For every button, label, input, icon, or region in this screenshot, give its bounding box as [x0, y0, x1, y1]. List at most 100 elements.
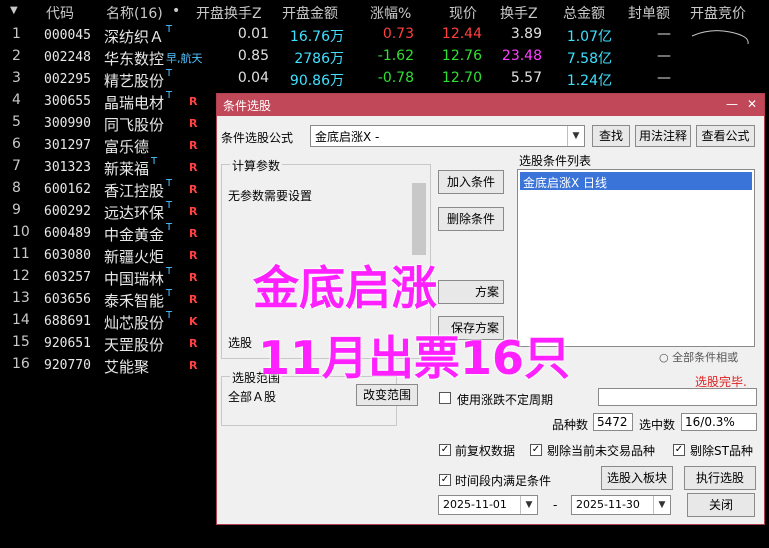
stock-code: 603080 — [44, 248, 91, 263]
table-row[interactable]: 1 000045 深纺织Ａ T 0.01 16.76万 0.73 12.44 3.89 1.07亿… — [0, 24, 769, 46]
condition-list-item-label: 金底启涨X 日线 — [523, 176, 608, 190]
overlay-subtitle: 11月出票16只 — [258, 331, 571, 385]
change-pct: -0.78 — [377, 70, 414, 86]
stock-code: 600162 — [44, 182, 91, 197]
uncertain-period-checkbox[interactable] — [439, 392, 451, 404]
row-index: 6 — [12, 136, 21, 152]
row-index: 5 — [12, 114, 21, 130]
count-field: 5472 — [593, 413, 633, 431]
row-flag: K — [189, 315, 198, 328]
condition-list-item[interactable]: 金底启涨X 日线 — [520, 172, 752, 190]
col-change[interactable]: 涨幅% — [370, 3, 411, 23]
open-turnover: 0.85 — [237, 48, 269, 64]
range-value: 全部Ａ股 — [228, 390, 277, 404]
stock-code: 600489 — [44, 226, 91, 241]
condition-list[interactable]: 金底启涨X 日线 — [517, 169, 755, 347]
table-row[interactable]: 2 002248 华东数控 早,航天 0.85 2786万 -1.62 12.76 23.48 7… — [0, 46, 769, 68]
col-open-amount[interactable]: 开盘金额 — [282, 3, 338, 23]
close-icon[interactable]: ✕ — [744, 96, 760, 112]
row-index: 8 — [12, 180, 21, 196]
view-formula-button[interactable]: 查看公式 — [696, 125, 755, 147]
col-turnover[interactable]: 换手Z — [500, 3, 538, 23]
margin-mark: T — [166, 288, 173, 299]
col-price[interactable]: 现价 — [449, 3, 477, 23]
margin-mark: T — [166, 200, 173, 211]
stock-name: 精艺股份 — [104, 72, 165, 90]
params-scrollbar[interactable] — [412, 183, 426, 255]
close-button[interactable]: 关闭 — [687, 493, 755, 517]
radio-all-or[interactable]: ○ 全部条件相或 — [659, 349, 738, 365]
col-seal[interactable]: 封单额 — [628, 3, 670, 23]
chevron-down-icon[interactable]: ▼ — [520, 496, 537, 514]
load-scheme-button[interactable]: 方案 — [438, 280, 504, 304]
row-index: 3 — [12, 70, 21, 86]
turnover: 23.48 — [501, 48, 542, 64]
row-index: 12 — [12, 268, 30, 284]
stock-code: 300655 — [44, 94, 91, 109]
formula-value: 金底启涨X - — [315, 130, 380, 144]
formula-select[interactable]: 金底启涨X - ▼ — [310, 125, 585, 147]
stock-code: 920770 — [44, 358, 91, 373]
row-flag: R — [189, 227, 198, 240]
exclude-st-label: 剔除ST品种 — [690, 444, 753, 458]
date-to-picker[interactable]: 2025-11-30 ▼ — [571, 495, 671, 515]
row-index: 10 — [12, 224, 30, 240]
uncertain-period-label: 使用涨跌不定周期 — [457, 393, 554, 407]
col-code[interactable]: 代码 — [46, 3, 74, 23]
row-index: 16 — [12, 356, 30, 372]
overlay-title: 金底启涨 — [253, 261, 437, 315]
dialog-title: 条件选股 — [223, 99, 272, 113]
date-from-picker[interactable]: 2025-11-01 ▼ — [438, 495, 538, 515]
stock-name: 中国瑞林 — [104, 270, 165, 288]
col-name[interactable]: 名称(16) — [106, 3, 163, 23]
date-to-value: 2025-11-30 — [576, 498, 640, 511]
condition-list-label: 选股条件列表 — [519, 154, 592, 168]
col-market-cap[interactable]: 总金额 — [563, 3, 605, 23]
uncertain-period-input[interactable] — [598, 388, 757, 406]
sort-arrow-icon[interactable]: ▼ — [10, 5, 18, 16]
row-index: 4 — [12, 92, 21, 108]
stock-code: 301297 — [44, 138, 91, 153]
stock-code: 603257 — [44, 270, 91, 285]
row-flag: R — [189, 183, 198, 196]
row-index: 14 — [12, 312, 30, 328]
stock-name: 中金黄金 — [104, 226, 165, 244]
find-button[interactable]: 查找 — [592, 125, 630, 147]
col-open-bid[interactable]: 开盘竞价 — [690, 3, 746, 23]
dialog-titlebar[interactable]: 条件选股 — ✕ — [217, 94, 764, 116]
select-label-partial: 选股 — [228, 336, 253, 350]
period-checkbox[interactable]: ✓ — [439, 474, 451, 486]
fq-checkbox[interactable]: ✓ — [439, 444, 451, 456]
col-open-turnover[interactable]: 开盘换手Z — [196, 3, 262, 23]
minimize-icon[interactable]: — — [724, 96, 740, 112]
table-row[interactable]: 3 002295 精艺股份 T 0.04 90.86万 -0.78 12.70 5.57 1.24… — [0, 68, 769, 90]
chevron-down-icon[interactable]: ▼ — [567, 126, 584, 146]
selected-label: 选中数 — [639, 418, 676, 432]
delete-condition-button[interactable]: 删除条件 — [438, 207, 504, 231]
concept-tag: 早,航天 — [166, 52, 203, 65]
selected-value: 16/0.3% — [685, 415, 735, 429]
market-cap: 7.58亿 — [566, 51, 612, 67]
change-pct: 0.73 — [382, 26, 414, 42]
stock-code: 300990 — [44, 116, 91, 131]
stock-name: 泰禾智能 — [104, 292, 165, 310]
chevron-down-icon[interactable]: ▼ — [653, 496, 670, 514]
stock-code: 603656 — [44, 292, 91, 307]
stock-code: 600292 — [44, 204, 91, 219]
run-select-button[interactable]: 执行选股 — [684, 466, 756, 490]
current-price: 12.70 — [441, 70, 482, 86]
to-board-button[interactable]: 选股入板块 — [601, 466, 673, 490]
row-index: 2 — [12, 48, 21, 64]
exclude-st-checkbox[interactable]: ✓ — [673, 444, 685, 456]
row-flag: R — [189, 293, 198, 306]
add-condition-button[interactable]: 加入条件 — [438, 170, 504, 194]
usage-button[interactable]: 用法注释 — [635, 125, 691, 147]
row-flag: R — [189, 161, 198, 174]
current-price: 12.76 — [441, 48, 482, 64]
row-flag: R — [189, 205, 198, 218]
stock-name: 灿芯股份 — [104, 314, 165, 332]
exclude-untraded-checkbox[interactable]: ✓ — [530, 444, 542, 456]
row-flag: R — [189, 95, 198, 108]
count-label: 品种数 — [552, 418, 589, 432]
market-cap: 1.24亿 — [566, 73, 612, 89]
